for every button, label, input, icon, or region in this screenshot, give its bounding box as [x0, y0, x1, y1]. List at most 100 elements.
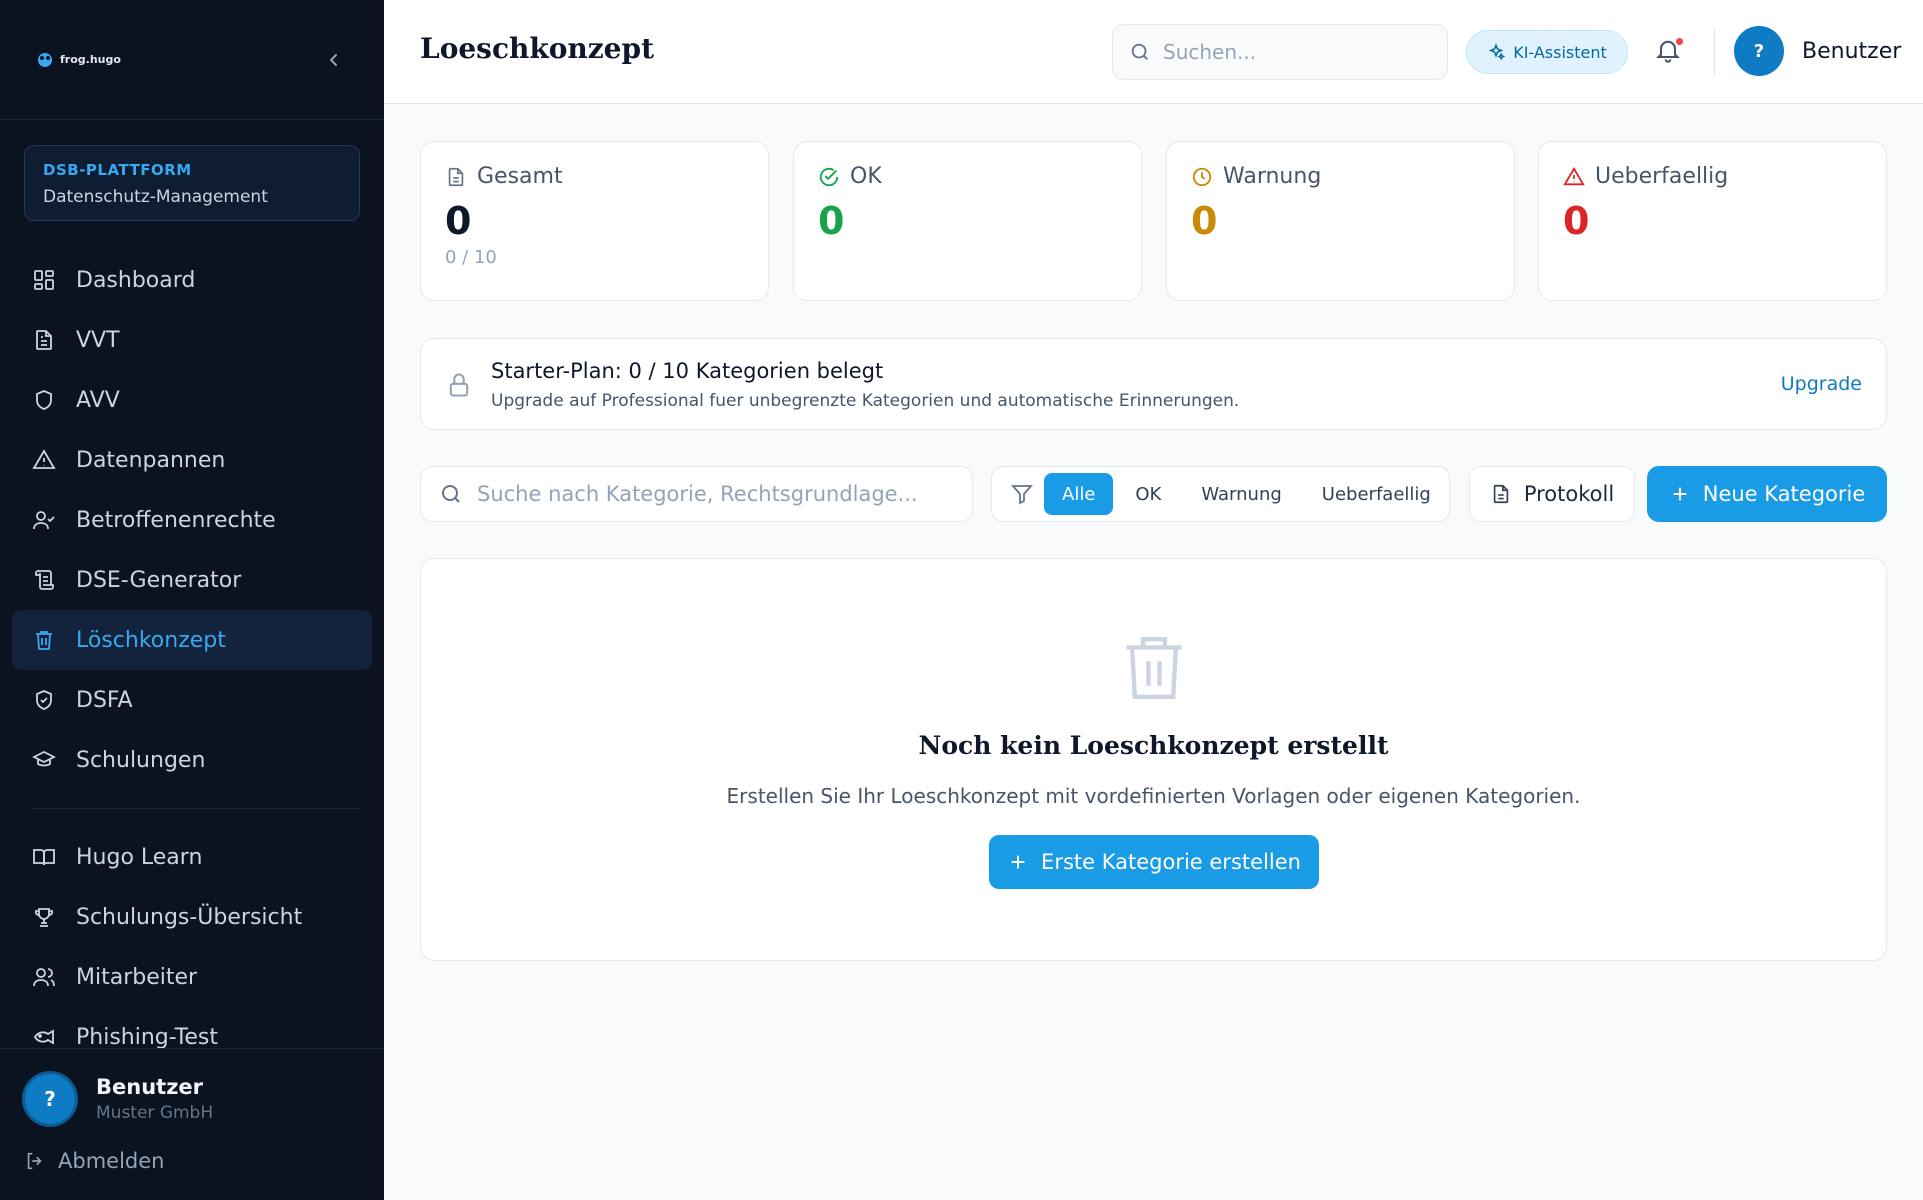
notification-badge [1674, 36, 1685, 47]
sidebar-item-label: AVV [76, 387, 120, 413]
sidebar-item-label: Löschkonzept [76, 627, 226, 653]
filter-icon [1010, 482, 1034, 506]
avatar: ? [22, 1071, 78, 1127]
plus-icon [1669, 483, 1691, 505]
user-name: Benutzer [1802, 38, 1902, 64]
stat-value: 0 [445, 199, 472, 243]
chevron-left-icon [326, 52, 342, 68]
stat-sub: 0 / 10 [445, 247, 497, 268]
logout-icon [24, 1150, 46, 1172]
sidebar-divider [30, 808, 360, 809]
sidebar-item-label: Schulungen [76, 747, 206, 773]
logo[interactable]: frog.hugo [36, 51, 121, 69]
stat-value: 0 [1191, 199, 1218, 243]
user-check-icon [30, 506, 58, 534]
sidebar-header: frog.hugo [0, 0, 384, 120]
global-search-input[interactable] [1163, 40, 1423, 64]
empty-state: Noch kein Loeschkonzept erstellt Erstell… [420, 558, 1887, 961]
sidebar-user[interactable]: ? Benutzer Muster GmbH [22, 1071, 213, 1127]
sidebar-item-label: Dashboard [76, 267, 196, 293]
sidebar-item-schulungen[interactable]: Schulungen [12, 730, 372, 790]
sidebar-item-hugo-learn[interactable]: Hugo Learn [12, 827, 372, 887]
notifications-button[interactable] [1654, 36, 1686, 68]
sidebar-item-schulungs-uebersicht[interactable]: Schulungs-Übersicht [12, 887, 372, 947]
stat-value: 0 [1563, 199, 1590, 243]
document-icon [30, 326, 58, 354]
plan-description: Upgrade auf Professional fuer unbegrenzt… [491, 391, 1240, 411]
stat-value: 0 [818, 199, 845, 243]
filter-ok[interactable]: OK [1117, 473, 1179, 515]
new-category-button[interactable]: Neue Kategorie [1647, 466, 1887, 522]
header-divider [1714, 28, 1715, 76]
scroll-icon [30, 566, 58, 594]
sidebar-item-label: Schulungs-Übersicht [76, 904, 303, 930]
users-icon [30, 963, 58, 991]
sidebar-item-label: DSE-Generator [76, 567, 242, 593]
sidebar-footer: ? Benutzer Muster GmbH Abmelden [0, 1048, 384, 1200]
global-search[interactable] [1112, 24, 1448, 80]
grid-icon [30, 266, 58, 294]
user-name: Benutzer [96, 1075, 204, 1099]
sidebar-item-dse-generator[interactable]: DSE-Generator [12, 550, 372, 610]
sidebar-item-datenpannen[interactable]: Datenpannen [12, 430, 372, 490]
protokoll-button[interactable]: Protokoll [1469, 466, 1635, 522]
empty-title: Noch kein Loeschkonzept erstellt [918, 731, 1389, 760]
create-first-category-label: Erste Kategorie erstellen [1041, 850, 1301, 874]
sidebar-item-dsfa[interactable]: DSFA [12, 670, 372, 730]
logout-label: Abmelden [58, 1149, 165, 1173]
lock-icon [445, 371, 473, 399]
filter-ueberfaellig[interactable]: Ueberfaellig [1304, 473, 1449, 515]
category-search[interactable] [420, 466, 973, 522]
shield-check-icon [30, 686, 58, 714]
sidebar-item-label: Betroffenenrechte [76, 507, 276, 533]
sidebar-item-loeschkonzept[interactable]: Löschkonzept [12, 610, 372, 670]
ki-assistant-label: KI-Assistent [1513, 42, 1607, 62]
user-menu[interactable]: ? Benutzer [1734, 26, 1901, 76]
sidebar-item-label: DSFA [76, 687, 133, 713]
protokoll-label: Protokoll [1523, 482, 1615, 506]
filter-warnung[interactable]: Warnung [1183, 473, 1299, 515]
sidebar-item-vvt[interactable]: VVT [12, 310, 372, 370]
search-icon [439, 482, 463, 506]
plan-banner: Starter-Plan: 0 / 10 Kategorien belegt U… [420, 338, 1887, 430]
sidebar-item-label: Phishing-Test [76, 1024, 218, 1050]
sidebar-item-label: VVT [76, 327, 120, 353]
empty-description: Erstellen Sie Ihr Loeschkonzept mit vord… [726, 784, 1581, 808]
frog-logo-icon [36, 51, 54, 69]
sidebar-item-dashboard[interactable]: Dashboard [12, 250, 372, 310]
fish-icon [30, 1023, 58, 1051]
upgrade-link[interactable]: Upgrade [1781, 373, 1862, 395]
stat-label: OK [850, 164, 882, 189]
plan-title: Starter-Plan: 0 / 10 Kategorien belegt [491, 359, 884, 383]
trash-icon [1121, 631, 1187, 705]
sidebar-item-mitarbeiter[interactable]: Mitarbeiter [12, 947, 372, 1007]
plus-icon [1007, 851, 1029, 873]
search-icon [1129, 41, 1151, 63]
sidebar-item-betroffenenrechte[interactable]: Betroffenenrechte [12, 490, 372, 550]
sidebar-item-avv[interactable]: AVV [12, 370, 372, 430]
ki-assistant-button[interactable]: KI-Assistent [1466, 30, 1628, 74]
category-search-input[interactable] [477, 482, 947, 506]
status-filter: Alle OK Warnung Ueberfaellig [991, 466, 1450, 522]
graduation-cap-icon [30, 746, 58, 774]
alert-triangle-icon [1563, 166, 1585, 188]
sidebar: frog.hugo DSB-PLATTFORM Datenschutz-Mana… [0, 0, 384, 1200]
sidebar-item-label: Mitarbeiter [76, 964, 198, 990]
avatar: ? [1734, 26, 1784, 76]
check-circle-icon [818, 166, 840, 188]
create-first-category-button[interactable]: Erste Kategorie erstellen [989, 835, 1319, 889]
page-title: Loeschkonzept [420, 32, 655, 65]
platform-subtitle: Datenschutz-Management [43, 187, 268, 207]
sidebar-item-label: Hugo Learn [76, 844, 203, 870]
new-category-label: Neue Kategorie [1702, 482, 1866, 506]
logout-button[interactable]: Abmelden [24, 1149, 164, 1173]
filter-alle[interactable]: Alle [1044, 473, 1114, 515]
stat-label: Warnung [1223, 164, 1322, 189]
logo-text: frog.hugo [60, 53, 121, 66]
collapse-sidebar-button[interactable] [320, 46, 348, 74]
stat-label: Gesamt [477, 164, 563, 189]
document-icon [445, 166, 467, 188]
platform-title: DSB-PLATTFORM [43, 161, 192, 179]
stat-card-warnung: Warnung 0 [1166, 141, 1515, 301]
user-org: Muster GmbH [96, 1103, 214, 1123]
